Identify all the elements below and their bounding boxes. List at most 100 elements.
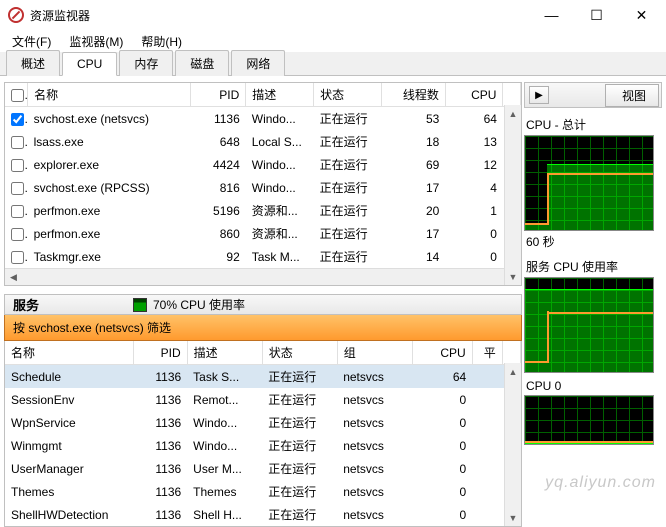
- service-status: 正在运行: [262, 434, 337, 457]
- service-avg: [472, 388, 502, 411]
- expand-button[interactable]: ▶: [529, 86, 549, 104]
- col-desc[interactable]: 描述: [246, 83, 314, 107]
- menu-monitor[interactable]: 监视器(M): [63, 31, 129, 52]
- process-checkbox[interactable]: [11, 205, 24, 218]
- service-desc: Remot...: [187, 388, 262, 411]
- process-pid: 1136: [190, 107, 246, 131]
- table-row[interactable]: WpnService1136Windo...正在运行netsvcs0: [5, 411, 521, 434]
- service-cpu: 0: [412, 434, 472, 457]
- svc-col-avg[interactable]: 平: [472, 341, 502, 365]
- col-pid[interactable]: PID: [190, 83, 246, 107]
- window-title: 资源监视器: [30, 7, 529, 24]
- col-status[interactable]: 状态: [314, 83, 382, 107]
- table-row[interactable]: lsass.exe648Local S...正在运行1813: [5, 130, 521, 153]
- process-name: perfmon.exe: [28, 199, 191, 222]
- tab-disk[interactable]: 磁盘: [175, 50, 229, 76]
- process-table: 名称 PID 描述 状态 线程数 CPU svchost.exe (netsvc…: [4, 82, 522, 286]
- col-cpu[interactable]: CPU: [445, 83, 503, 107]
- service-group: netsvcs: [337, 503, 412, 526]
- process-desc: Task M...: [246, 245, 314, 268]
- services-cpu-usage: 70% CPU 使用率: [153, 296, 245, 313]
- service-name: WpnService: [5, 411, 134, 434]
- chart-title-cpu0: CPU 0: [524, 377, 662, 395]
- chart-title-svc: 服务 CPU 使用率: [524, 256, 662, 277]
- process-pid: 648: [190, 130, 246, 153]
- process-checkbox[interactable]: [11, 182, 24, 195]
- services-header-row: 名称 PID 描述 状态 组 CPU 平: [5, 341, 521, 365]
- table-row[interactable]: perfmon.exe860资源和...正在运行170: [5, 222, 521, 245]
- menu-help[interactable]: 帮助(H): [135, 31, 188, 52]
- charts-header: ▶ 视图: [524, 82, 662, 108]
- table-row[interactable]: explorer.exe4424Windo...正在运行6912: [5, 153, 521, 176]
- table-row[interactable]: Taskmgr.exe92Task M...正在运行140: [5, 245, 521, 268]
- process-scrollbar-h[interactable]: ◀▶: [5, 268, 521, 285]
- process-name: explorer.exe: [28, 153, 191, 176]
- process-status: 正在运行: [314, 222, 382, 245]
- service-group: netsvcs: [337, 365, 412, 389]
- service-status: 正在运行: [262, 365, 337, 389]
- svc-col-status[interactable]: 状态: [262, 341, 337, 365]
- cpu-gauge-icon: [133, 298, 147, 312]
- service-pid: 1136: [134, 365, 188, 389]
- services-scrollbar-v[interactable]: ▲ ▼: [504, 363, 521, 526]
- svc-col-group[interactable]: 组: [337, 341, 412, 365]
- col-check[interactable]: [5, 83, 28, 107]
- col-threads[interactable]: 线程数: [382, 83, 446, 107]
- process-status: 正在运行: [314, 107, 382, 131]
- table-row[interactable]: UserManager1136User M...正在运行netsvcs0: [5, 457, 521, 480]
- col-name[interactable]: 名称: [28, 83, 191, 107]
- service-group: netsvcs: [337, 457, 412, 480]
- tab-memory[interactable]: 内存: [119, 50, 173, 76]
- process-checkbox[interactable]: [11, 136, 24, 149]
- process-pid: 816: [190, 176, 246, 199]
- process-threads: 20: [382, 199, 446, 222]
- close-button[interactable]: ✕: [619, 1, 664, 29]
- tab-network[interactable]: 网络: [231, 50, 285, 76]
- tab-cpu[interactable]: CPU: [62, 52, 117, 76]
- select-all-checkbox[interactable]: [11, 89, 24, 102]
- table-row[interactable]: Winmgmt1136Windo...正在运行netsvcs0: [5, 434, 521, 457]
- services-section-header[interactable]: 服务 70% CPU 使用率: [4, 294, 522, 315]
- service-desc: User M...: [187, 457, 262, 480]
- chart-title-total: CPU - 总计: [524, 114, 662, 135]
- view-button[interactable]: 视图: [605, 84, 659, 107]
- tab-overview[interactable]: 概述: [6, 50, 60, 76]
- process-status: 正在运行: [314, 176, 382, 199]
- service-cpu: 0: [412, 457, 472, 480]
- service-pid: 1136: [134, 434, 188, 457]
- svc-col-pid[interactable]: PID: [134, 341, 188, 365]
- table-row[interactable]: Schedule1136Task S...正在运行netsvcs64: [5, 365, 521, 389]
- minimize-button[interactable]: —: [529, 1, 574, 29]
- svc-col-name[interactable]: 名称: [5, 341, 134, 365]
- service-cpu: 0: [412, 388, 472, 411]
- table-row[interactable]: svchost.exe (netsvcs)1136Windo...正在运行536…: [5, 107, 521, 131]
- filter-bar[interactable]: 按 svchost.exe (netsvcs) 筛选: [4, 315, 522, 341]
- process-threads: 17: [382, 176, 446, 199]
- service-avg: [472, 457, 502, 480]
- table-row[interactable]: SessionEnv1136Remot...正在运行netsvcs0: [5, 388, 521, 411]
- process-checkbox[interactable]: [11, 113, 24, 126]
- tab-strip: 概述 CPU 内存 磁盘 网络: [0, 52, 666, 76]
- service-avg: [472, 434, 502, 457]
- process-checkbox[interactable]: [11, 159, 24, 172]
- service-status: 正在运行: [262, 388, 337, 411]
- process-desc: 资源和...: [246, 222, 314, 245]
- service-cpu: 0: [412, 503, 472, 526]
- process-threads: 14: [382, 245, 446, 268]
- maximize-button[interactable]: ☐: [574, 1, 619, 29]
- process-threads: 17: [382, 222, 446, 245]
- svc-col-desc[interactable]: 描述: [187, 341, 262, 365]
- process-checkbox[interactable]: [11, 251, 24, 264]
- process-scrollbar-v[interactable]: ▲ ▼: [504, 105, 521, 285]
- service-name: UserManager: [5, 457, 134, 480]
- service-cpu: 64: [412, 365, 472, 389]
- svc-col-cpu[interactable]: CPU: [412, 341, 472, 365]
- process-cpu: 4: [445, 176, 503, 199]
- table-row[interactable]: svchost.exe (RPCSS)816Windo...正在运行174: [5, 176, 521, 199]
- process-checkbox[interactable]: [11, 228, 24, 241]
- process-cpu: 0: [445, 222, 503, 245]
- process-cpu: 0: [445, 245, 503, 268]
- table-row[interactable]: perfmon.exe5196资源和...正在运行201: [5, 199, 521, 222]
- table-row[interactable]: ShellHWDetection1136Shell H...正在运行netsvc…: [5, 503, 521, 526]
- menu-file[interactable]: 文件(F): [6, 31, 57, 52]
